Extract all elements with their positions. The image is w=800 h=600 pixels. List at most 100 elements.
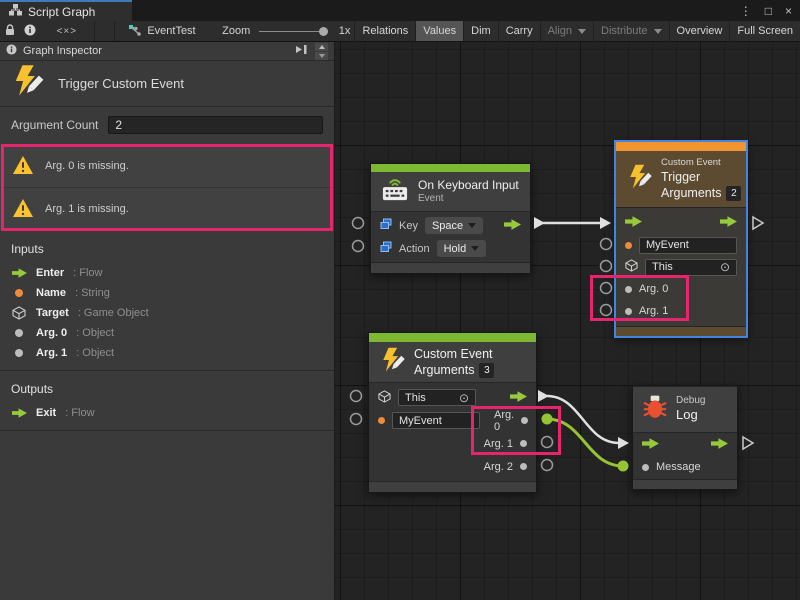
graph-toolbar: <×> EventTest Zoom 1x Relations Values D… [0,21,800,42]
custom-event-trigger-icon [9,63,45,104]
tab-script-graph[interactable]: Script Graph [0,0,132,21]
arg-label: Arg. 1 [484,438,513,450]
wire-start-arrow [534,217,545,229]
warning-icon [12,198,34,221]
outputs-section-title: Outputs [0,371,334,403]
target-field[interactable]: This ⊙ [398,389,476,406]
node-footer [371,262,530,273]
port[interactable] [542,460,553,471]
node-trigger-custom-event[interactable]: Custom Event Trigger Arguments 2 MyEvent [615,141,747,337]
event-color-bar [371,164,530,172]
target-picker-icon[interactable]: ⊙ [459,392,469,404]
tab-title: Script Graph [28,5,95,19]
port[interactable] [351,391,362,402]
target-picker-icon[interactable]: ⊙ [720,261,730,273]
toolbar-button-fullscreen[interactable]: Full Screen [729,21,800,41]
node-title: Log [676,407,705,424]
port[interactable] [542,437,553,448]
event-name-field[interactable]: MyEvent [392,412,480,429]
dock-icon[interactable] [295,44,309,58]
cube-icon[interactable] [625,259,638,275]
bug-icon [642,394,668,425]
node-kind: Custom Event [661,157,741,169]
target-field[interactable]: This ⊙ [645,259,737,276]
string-port-icon [11,289,27,297]
maximize-icon[interactable]: □ [765,5,772,17]
port[interactable] [351,414,362,425]
flow-input-port[interactable] [625,216,642,230]
warning-icon [12,155,34,178]
port[interactable] [353,218,364,229]
keycode-icon [380,218,392,233]
close-icon[interactable]: × [785,5,792,17]
graph-asset-breadcrumb[interactable]: EventTest [121,21,202,41]
node-on-keyboard-input[interactable]: On Keyboard Input Event Key Space [370,163,531,274]
script-graph-icon [9,4,22,19]
flow-out-triangle[interactable] [743,437,753,449]
zoom-slider-handle[interactable] [319,27,328,36]
connected-port[interactable] [542,414,553,425]
object-port-icon[interactable] [625,308,632,315]
node-kind: Debug [676,395,705,407]
inspector-toggle-button[interactable] [20,21,40,41]
port[interactable] [601,283,612,294]
code-preview-button[interactable]: <×> [50,21,85,41]
scroll-spinner[interactable] [315,43,328,60]
node-footer [369,481,536,492]
window-titlebar: Script Graph ⋮ □ × [0,0,800,21]
port[interactable] [601,305,612,316]
toolbar-button-overview[interactable]: Overview [669,21,730,41]
action-label: Action [399,243,430,255]
connected-port[interactable] [618,461,629,472]
toolbar-button-dim[interactable]: Dim [463,21,498,41]
object-port-icon[interactable] [521,417,528,424]
flow-output-port[interactable] [711,438,728,452]
toolbar-button-relations[interactable]: Relations [354,21,415,41]
zoom-slider[interactable] [259,31,328,32]
flow-arrow-icon [11,408,27,418]
flow-output-port[interactable] [510,391,527,405]
node-debug-log[interactable]: Debug Log Message [632,385,738,490]
argument-count-input[interactable] [108,116,323,134]
port[interactable] [601,239,612,250]
warning-text: Arg. 1 is missing. [45,203,129,215]
arguments-label: Arguments [661,185,721,201]
port[interactable] [353,241,364,252]
flow-input-port[interactable] [642,438,659,452]
toolbar-button-align[interactable]: Align [540,21,593,41]
graph-name: EventTest [147,25,195,37]
toolbar-button-values[interactable]: Values [415,21,463,41]
event-name-field[interactable]: MyEvent [639,237,737,254]
object-port-icon[interactable] [520,440,527,447]
flow-output-port[interactable] [720,216,737,230]
io-row-arg0: Arg. 0: Object [0,323,334,343]
node-footer [616,326,746,336]
node-custom-event[interactable]: Custom Event Arguments 3 This ⊙ [368,332,537,493]
string-port-icon[interactable] [378,417,385,424]
flow-out-triangle[interactable] [753,217,763,229]
flow-output-port[interactable] [504,219,521,233]
object-port-icon[interactable] [642,464,649,471]
string-port-icon[interactable] [625,242,632,249]
node-title: Custom Event [414,346,494,362]
message-label: Message [656,461,701,473]
window-menu-icon[interactable]: ⋮ [740,5,752,17]
object-port-icon[interactable] [520,463,527,470]
port[interactable] [601,261,612,272]
arguments-count-badge: 2 [726,186,741,201]
wire-start-arrow [538,390,549,402]
toolbar-button-carry[interactable]: Carry [498,21,540,41]
graph-canvas[interactable]: On Keyboard Input Event Key Space [335,42,800,600]
action-dropdown[interactable]: Hold [437,240,487,257]
flow-arrow-icon [11,268,27,278]
toolbar-button-distribute[interactable]: Distribute [593,21,668,41]
wire-end-arrow [600,217,611,229]
keyboard-icon [380,176,410,207]
warning-text: Arg. 0 is missing. [45,160,129,172]
object-port-icon[interactable] [625,286,632,293]
lock-button[interactable] [0,21,20,41]
arguments-count-badge: 3 [479,363,494,378]
key-dropdown[interactable]: Space [425,217,483,234]
code-icon: <×> [57,26,78,37]
cube-icon[interactable] [378,390,391,406]
